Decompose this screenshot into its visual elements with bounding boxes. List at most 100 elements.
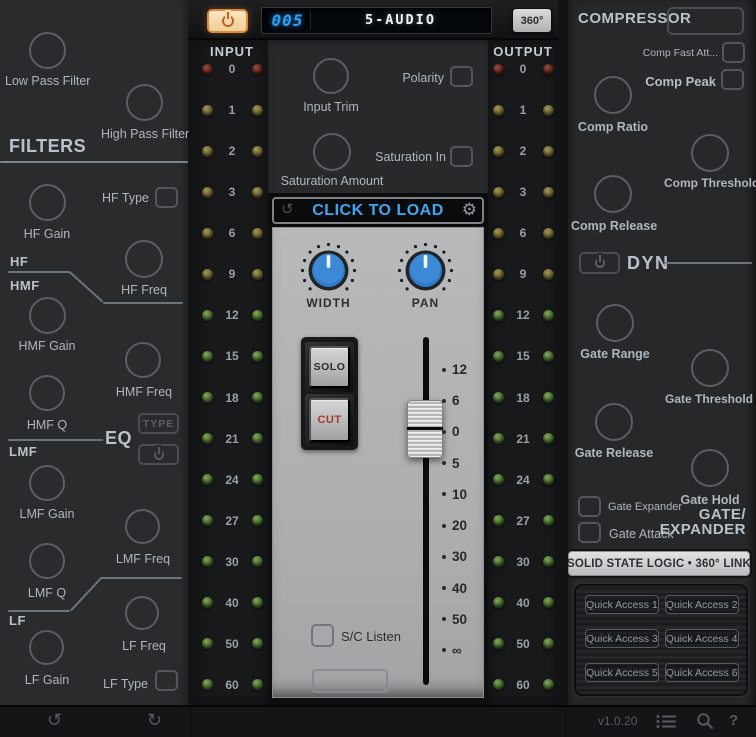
meter-led — [252, 433, 263, 444]
meter-scale-label: 9 — [509, 267, 537, 281]
hmf-q-knob[interactable] — [29, 375, 65, 411]
eq-type-button[interactable]: TYPE — [138, 413, 179, 434]
meter-row: 24 — [488, 473, 558, 487]
gate-range-knob[interactable] — [596, 304, 634, 342]
tick-dot — [442, 555, 446, 559]
search-icon[interactable] — [696, 712, 714, 730]
pan-knob[interactable] — [397, 242, 454, 299]
cut-button[interactable]: CUT — [309, 398, 350, 442]
plugin-window: 005 5-AUDIO 360° Low Pass Filter High Pa… — [0, 0, 756, 737]
hmf-gain-label: HMF Gain — [5, 339, 89, 353]
lf-type-checkbox[interactable] — [155, 670, 178, 691]
saturation-amount-knob[interactable] — [313, 133, 351, 171]
gate-attack-checkbox[interactable] — [578, 522, 601, 543]
gear-icon[interactable]: ⚙ — [462, 200, 477, 220]
meter-led — [543, 597, 554, 608]
quick-access-button[interactable]: Quick Access 5 — [585, 663, 659, 682]
meter-led — [493, 146, 504, 157]
low-pass-filter-knob[interactable] — [29, 32, 66, 69]
quick-access-button[interactable]: Quick Access 6 — [665, 663, 739, 682]
comp-threshold-knob[interactable] — [691, 134, 729, 172]
lf-gain-knob[interactable] — [29, 630, 64, 665]
lf-freq-knob[interactable] — [125, 596, 159, 630]
saturation-amount-label: Saturation Amount — [276, 174, 388, 188]
meter-led — [493, 638, 504, 649]
dyn-power-button[interactable] — [579, 252, 620, 274]
meter-led — [493, 64, 504, 75]
menu-list-icon[interactable] — [656, 714, 678, 729]
ssl-360-link-badge[interactable]: SOLID STATE LOGIC • 360° LINK — [566, 549, 752, 578]
meter-row: 15 — [488, 349, 558, 363]
fader-scale-row: 12 — [442, 362, 484, 377]
hmf-freq-knob[interactable] — [125, 342, 161, 378]
footer-divider — [565, 707, 566, 737]
meter-led — [543, 105, 554, 116]
fader-scale-label: 10 — [452, 487, 467, 502]
hf-freq-knob[interactable] — [125, 240, 163, 278]
compressor-value-box[interactable] — [667, 7, 744, 35]
meter-led — [202, 679, 213, 690]
quick-access-button[interactable]: Quick Access 1 — [585, 595, 659, 614]
lmf-q-knob[interactable] — [29, 543, 65, 579]
preset-display[interactable]: 005 5-AUDIO — [261, 7, 492, 34]
hmf-gain-knob[interactable] — [29, 297, 66, 334]
meter-led — [252, 392, 263, 403]
meter-row: 6 — [196, 226, 268, 240]
fader-value-box[interactable] — [312, 669, 388, 693]
meter-row: 24 — [196, 473, 268, 487]
fader-scale-label: ∞ — [452, 643, 462, 658]
fader-track[interactable] — [423, 337, 429, 685]
eq-power-button[interactable] — [138, 444, 179, 465]
gate-hold-knob[interactable] — [691, 449, 729, 487]
hmf-freq-label: HMF Freq — [102, 385, 186, 399]
fader-scale-label: 12 — [452, 362, 467, 377]
undo-icon[interactable]: ↺ — [47, 710, 62, 731]
meter-led — [252, 556, 263, 567]
meter-scale-label: 3 — [509, 185, 537, 199]
meter-scale-label: 18 — [218, 391, 246, 405]
comp-fast-attack-checkbox[interactable] — [722, 42, 745, 63]
fader-scale-row: 40 — [442, 581, 484, 596]
tick-dot — [442, 648, 446, 652]
redo-icon[interactable]: ↻ — [147, 710, 162, 731]
fader-handle[interactable] — [407, 400, 443, 458]
meter-row: 50 — [196, 637, 268, 651]
lmf-freq-knob[interactable] — [125, 509, 160, 544]
polarity-checkbox[interactable] — [450, 66, 473, 87]
comp-release-knob[interactable] — [594, 175, 632, 213]
hf-gain-knob[interactable] — [29, 184, 66, 221]
meter-row: 12 — [488, 308, 558, 322]
comp-ratio-knob[interactable] — [594, 76, 632, 114]
quick-access-button[interactable]: Quick Access 4 — [665, 629, 739, 648]
hf-type-checkbox[interactable] — [155, 187, 178, 208]
gate-threshold-knob[interactable] — [691, 349, 729, 387]
input-trim-knob[interactable] — [313, 58, 349, 94]
quick-access-button[interactable]: Quick Access 2 — [665, 595, 739, 614]
strip-edge-left — [268, 227, 272, 698]
width-knob[interactable] — [300, 242, 357, 299]
gate-expander-checkbox[interactable] — [578, 496, 601, 517]
lmf-gain-knob[interactable] — [29, 465, 65, 501]
solo-button[interactable]: SOLO — [309, 346, 350, 388]
meter-row: 6 — [488, 226, 558, 240]
help-icon[interactable]: ? — [729, 712, 738, 729]
meter-row: 40 — [196, 596, 268, 610]
master-power-button[interactable] — [207, 9, 248, 33]
quick-access-button[interactable]: Quick Access 3 — [585, 629, 659, 648]
filters-divider — [0, 161, 188, 163]
high-pass-filter-knob[interactable] — [126, 84, 163, 121]
gate-release-knob[interactable] — [595, 403, 633, 441]
open-360-button[interactable]: 360° — [512, 8, 552, 33]
meter-led — [252, 351, 263, 362]
hf-hmf-divider-a — [8, 271, 70, 273]
meter-scale-label: 27 — [509, 514, 537, 528]
saturation-in-checkbox[interactable] — [450, 146, 473, 167]
preset-load-button[interactable]: ↺ CLICK TO LOAD ⚙ — [272, 197, 484, 224]
comp-peak-checkbox[interactable] — [721, 69, 744, 90]
meter-scale-label: 40 — [218, 596, 246, 610]
reload-icon[interactable]: ↺ — [281, 200, 294, 218]
dyn-divider — [664, 262, 752, 264]
meter-led — [493, 269, 504, 280]
sc-listen-checkbox[interactable] — [311, 624, 334, 647]
meter-scale-label: 2 — [509, 144, 537, 158]
